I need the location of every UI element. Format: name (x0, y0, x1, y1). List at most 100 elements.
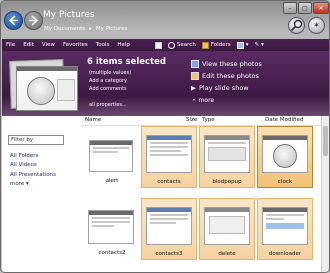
dropdown-arrow-icon: ▾ (261, 42, 264, 48)
search-button[interactable] (288, 17, 305, 34)
close-icon: ✕ (318, 4, 324, 12)
back-button[interactable] (4, 11, 23, 30)
scrollbar-thumb[interactable] (323, 126, 328, 156)
bullet-icon: • (192, 97, 196, 104)
vertical-scrollbar[interactable] (321, 116, 329, 272)
file-name: contacts3 (155, 251, 183, 257)
file-thumbnail (146, 135, 192, 173)
file-name: alert (105, 178, 119, 184)
file-tile[interactable]: contacts3 (141, 198, 197, 260)
folders-toolbar-button[interactable]: Folders (199, 41, 234, 49)
file-tile-focused[interactable]: clock (257, 126, 313, 188)
sidebar-more-link[interactable]: more ▾ (10, 181, 29, 187)
multiple-values-text: (multiple values) (89, 70, 132, 76)
window-controls: – □ ✕ (283, 2, 329, 14)
file-tile[interactable]: contacts (141, 126, 197, 188)
minimize-icon: – (288, 4, 292, 12)
dropdown-arrow-icon: ▾ (245, 42, 249, 48)
file-name: blodpopup (212, 179, 242, 185)
folder-icon (201, 41, 209, 49)
menu-favorites[interactable]: Favorites (59, 42, 92, 48)
search-toolbar-button[interactable]: Search (165, 41, 199, 49)
view-photos-label: View these photos (202, 60, 262, 68)
file-thumbnail (262, 207, 308, 245)
menu-bar: File Edit View Favorites Tools Help Sear… (2, 39, 329, 51)
file-tile[interactable]: blodpopup (199, 126, 255, 188)
tools-toolbar-button[interactable]: ✎ ▾ (251, 42, 266, 48)
folders-label: Folders (210, 42, 231, 48)
more-tasks-label: more (198, 97, 215, 104)
breadcrumb-separator-icon: ▸ (89, 26, 92, 32)
all-folders-link[interactable]: All Folders (10, 153, 38, 159)
column-size[interactable]: Size (186, 117, 197, 123)
views-icon (236, 41, 244, 49)
preview-pane: 6 items selected (multiple values) Add a… (2, 51, 329, 116)
menu-view[interactable]: View (38, 42, 59, 48)
breadcrumb-item[interactable]: My Documents (44, 26, 85, 32)
menu-edit[interactable]: Edit (19, 42, 38, 48)
breadcrumb: My Documents ▸ My Pictures (44, 26, 127, 32)
magnifier-icon (290, 19, 303, 32)
file-tile[interactable]: delete (199, 198, 255, 260)
help-star-icon: ✶ (312, 20, 321, 31)
search-label: Search (176, 42, 196, 48)
file-name: contacts (157, 179, 181, 185)
play-icon: ▶ (191, 84, 196, 92)
search-icon (167, 41, 175, 49)
file-thumbnail (204, 135, 250, 173)
file-name: contacts2 (98, 250, 126, 256)
help-button[interactable]: ✶ (308, 17, 325, 34)
menu-file[interactable]: File (2, 42, 19, 48)
column-date-modified[interactable]: Date Modified (265, 117, 303, 123)
wrench-icon: ✎ (254, 42, 260, 48)
file-tile[interactable]: contacts2 (84, 200, 140, 262)
column-type[interactable]: Type (202, 117, 215, 123)
explorer-window: My Pictures My Documents ▸ My Pictures –… (0, 0, 330, 273)
add-category-link[interactable]: Add a category (89, 78, 127, 84)
breadcrumb-item[interactable]: My Pictures (96, 26, 128, 32)
all-properties-link[interactable]: all properties... (89, 102, 127, 108)
file-name: delete (218, 251, 236, 257)
preview-image (16, 66, 78, 111)
chevron-down-icon: ▾ (26, 181, 29, 187)
page-icon (154, 41, 162, 49)
window-title: My Pictures (43, 10, 95, 20)
file-thumbnail (262, 135, 308, 173)
file-name: clock (277, 179, 293, 185)
file-name: downloader (268, 251, 302, 257)
edit-icon (191, 72, 199, 80)
add-comments-link[interactable]: Add comments (89, 86, 127, 92)
all-presentations-link[interactable]: All Presentations (10, 172, 56, 178)
preview-panel (57, 79, 75, 101)
file-tile[interactable]: alert (84, 128, 140, 190)
close-button[interactable]: ✕ (313, 2, 329, 14)
clock-icon (27, 77, 55, 105)
view-photos-task[interactable]: View these photos (191, 60, 262, 68)
file-thumbnail (88, 210, 134, 244)
forward-button[interactable] (24, 11, 43, 30)
minimize-button[interactable]: – (283, 2, 297, 14)
new-item-button[interactable] (152, 41, 165, 49)
edit-photos-label: Edit these photos (202, 72, 259, 80)
file-tile[interactable]: downloader (257, 198, 313, 260)
menu-help[interactable]: Help (113, 42, 134, 48)
file-thumbnail (146, 207, 192, 245)
maximize-icon: □ (302, 4, 308, 12)
preview-titlebar (17, 67, 77, 71)
column-name[interactable]: Name (85, 117, 101, 123)
sidebar-more-label: more (10, 181, 25, 187)
menu-tools[interactable]: Tools (92, 42, 114, 48)
all-videos-link[interactable]: All Videos (10, 162, 37, 168)
maximize-button[interactable]: □ (298, 2, 312, 14)
slide-show-label: Play slide show (199, 84, 249, 92)
column-headers: Name Size Type Date Modified (81, 116, 321, 126)
edit-photos-task[interactable]: Edit these photos (191, 72, 259, 80)
photo-icon (191, 60, 199, 68)
selection-title: 6 items selected (87, 57, 166, 67)
slide-show-task[interactable]: ▶ Play slide show (191, 84, 249, 92)
forward-arrow-icon (29, 15, 39, 26)
views-toolbar-button[interactable]: ▾ (234, 41, 252, 49)
filter-input[interactable]: Filter by (8, 135, 64, 145)
file-thumbnail (89, 140, 133, 172)
more-tasks-link[interactable]: • more (192, 97, 214, 104)
